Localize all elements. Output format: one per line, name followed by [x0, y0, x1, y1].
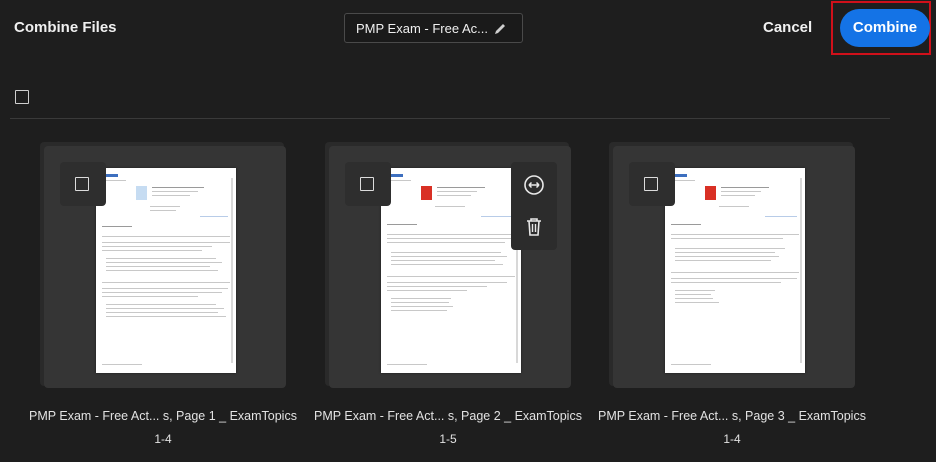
pencil-icon[interactable]	[492, 21, 508, 37]
pdf-icon	[421, 186, 432, 200]
file-checkbox[interactable]	[360, 177, 374, 191]
file-checkbox[interactable]	[644, 177, 658, 191]
page-range: 1-4	[723, 432, 741, 446]
doc-icon	[136, 186, 147, 200]
card-body	[329, 146, 571, 388]
toolbar: Combine Files PMP Exam - Free Ac... Canc…	[0, 0, 936, 58]
file-card[interactable]	[40, 142, 286, 388]
checkbox-container	[60, 162, 106, 206]
file-card[interactable]	[609, 142, 855, 388]
filename-text: PMP Exam - Free Ac...	[356, 21, 488, 36]
checkbox-container	[629, 162, 675, 206]
divider	[10, 118, 890, 119]
page-title: Combine Files	[14, 19, 117, 36]
page-thumbnail	[665, 168, 805, 373]
page-thumbnail	[96, 168, 236, 373]
file-checkbox[interactable]	[75, 177, 89, 191]
select-all-checkbox[interactable]	[15, 90, 29, 104]
page-range: 1-5	[439, 432, 457, 446]
expand-pages-icon[interactable]	[523, 174, 545, 196]
file-card[interactable]	[325, 142, 571, 388]
card-body	[613, 146, 855, 388]
file-name: PMP Exam - Free Act... s, Page 2 _ ExamT…	[314, 409, 582, 423]
pdf-icon	[705, 186, 716, 200]
checkbox-container	[345, 162, 391, 206]
combine-button[interactable]: Combine	[840, 9, 930, 47]
page-thumbnail	[381, 168, 521, 373]
file-name: PMP Exam - Free Act... s, Page 3 _ ExamT…	[598, 409, 866, 423]
trash-icon[interactable]	[523, 216, 545, 238]
cancel-button[interactable]: Cancel	[763, 19, 812, 36]
file-name: PMP Exam - Free Act... s, Page 1 _ ExamT…	[29, 409, 297, 423]
filename-field[interactable]: PMP Exam - Free Ac...	[344, 13, 523, 43]
card-body	[44, 146, 286, 388]
page-range: 1-4	[154, 432, 172, 446]
card-actions	[511, 162, 557, 250]
